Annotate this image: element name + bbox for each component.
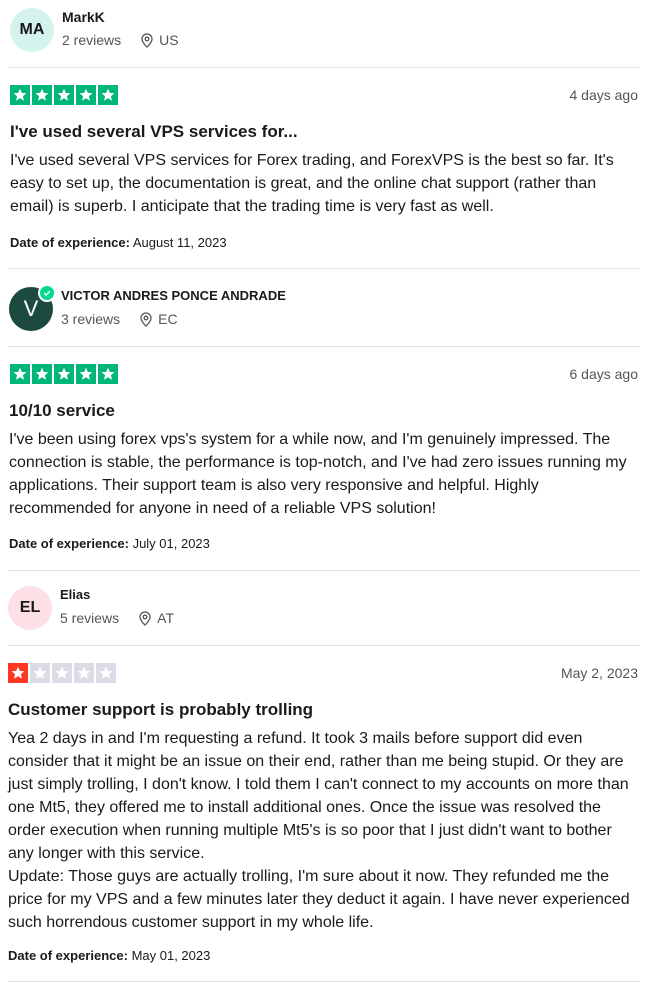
avatar[interactable]: MA: [10, 8, 54, 52]
date-of-experience: Date of experience: August 11, 2023: [10, 235, 227, 250]
review-date: 6 days ago: [569, 366, 639, 382]
date-of-experience: Date of experience: May 01, 2023: [8, 948, 210, 963]
review-body: I've been using forex vps's system for a…: [9, 431, 632, 517]
review-body: Yea 2 days in and I'm requesting a refun…: [8, 730, 630, 931]
star-icon: [52, 663, 72, 683]
divider: [8, 981, 640, 982]
avatar[interactable]: EL: [8, 586, 52, 630]
avatar-initials: MA: [19, 21, 45, 38]
review-title[interactable]: Customer support is probably trolling: [8, 700, 313, 720]
date-of-experience: Date of experience: July 01, 2023: [9, 536, 210, 551]
star-icon: [8, 663, 28, 683]
experience-date: May 01, 2023: [131, 948, 211, 963]
review-count: 2 reviews: [62, 32, 122, 48]
reviewer-country: AT: [157, 610, 174, 626]
avatar-initials: EL: [19, 599, 41, 616]
star-icon: [30, 663, 50, 683]
reviewer-name[interactable]: Elias: [60, 587, 90, 602]
avatar-initials: V: [23, 296, 39, 321]
star-icon: [54, 364, 74, 384]
divider: [8, 570, 640, 571]
avatar[interactable]: V: [9, 284, 56, 331]
reviewer-country: US: [159, 32, 179, 48]
star-icon: [98, 364, 118, 384]
divider: [8, 268, 640, 269]
divider: [8, 67, 640, 68]
star-rating: [8, 663, 116, 683]
star-icon: [10, 364, 30, 384]
star-rating: [10, 364, 118, 384]
review-title[interactable]: I've used several VPS services for...: [10, 122, 298, 142]
review-date: 4 days ago: [569, 87, 639, 103]
verified-badge-icon: [38, 284, 56, 302]
star-icon: [10, 85, 30, 105]
experience-label: Date of experience:: [10, 235, 130, 250]
experience-date: August 11, 2023: [132, 235, 227, 250]
star-icon: [96, 663, 116, 683]
divider: [8, 645, 640, 646]
star-icon: [54, 85, 74, 105]
experience-label: Date of experience:: [8, 948, 128, 963]
review-body: I've used several VPS services for Forex…: [10, 152, 619, 215]
reviewer-meta: 3 reviews EC: [61, 311, 178, 327]
review-date: May 2, 2023: [560, 665, 638, 681]
star-icon: [32, 364, 52, 384]
experience-label: Date of experience:: [9, 536, 129, 551]
star-icon: [98, 85, 118, 105]
reviewer-meta: 5 reviews AT: [60, 610, 174, 626]
experience-date: July 01, 2023: [132, 536, 210, 551]
review-count: 3 reviews: [61, 311, 121, 327]
reviewer-country: EC: [158, 311, 178, 327]
reviewer-name[interactable]: VICTOR ANDRES PONCE ANDRADE: [61, 288, 286, 303]
star-icon: [76, 85, 96, 105]
location-pin-icon: [141, 32, 153, 48]
reviewer-name[interactable]: MarkK: [62, 9, 105, 25]
divider: [8, 346, 640, 347]
star-icon: [76, 364, 96, 384]
reviewer-meta: 2 reviews US: [62, 32, 179, 48]
star-icon: [32, 85, 52, 105]
star-icon: [74, 663, 94, 683]
review-count: 5 reviews: [60, 610, 120, 626]
location-pin-icon: [140, 311, 152, 327]
review-title[interactable]: 10/10 service: [9, 401, 115, 421]
star-rating: [10, 85, 118, 105]
location-pin-icon: [139, 610, 151, 626]
